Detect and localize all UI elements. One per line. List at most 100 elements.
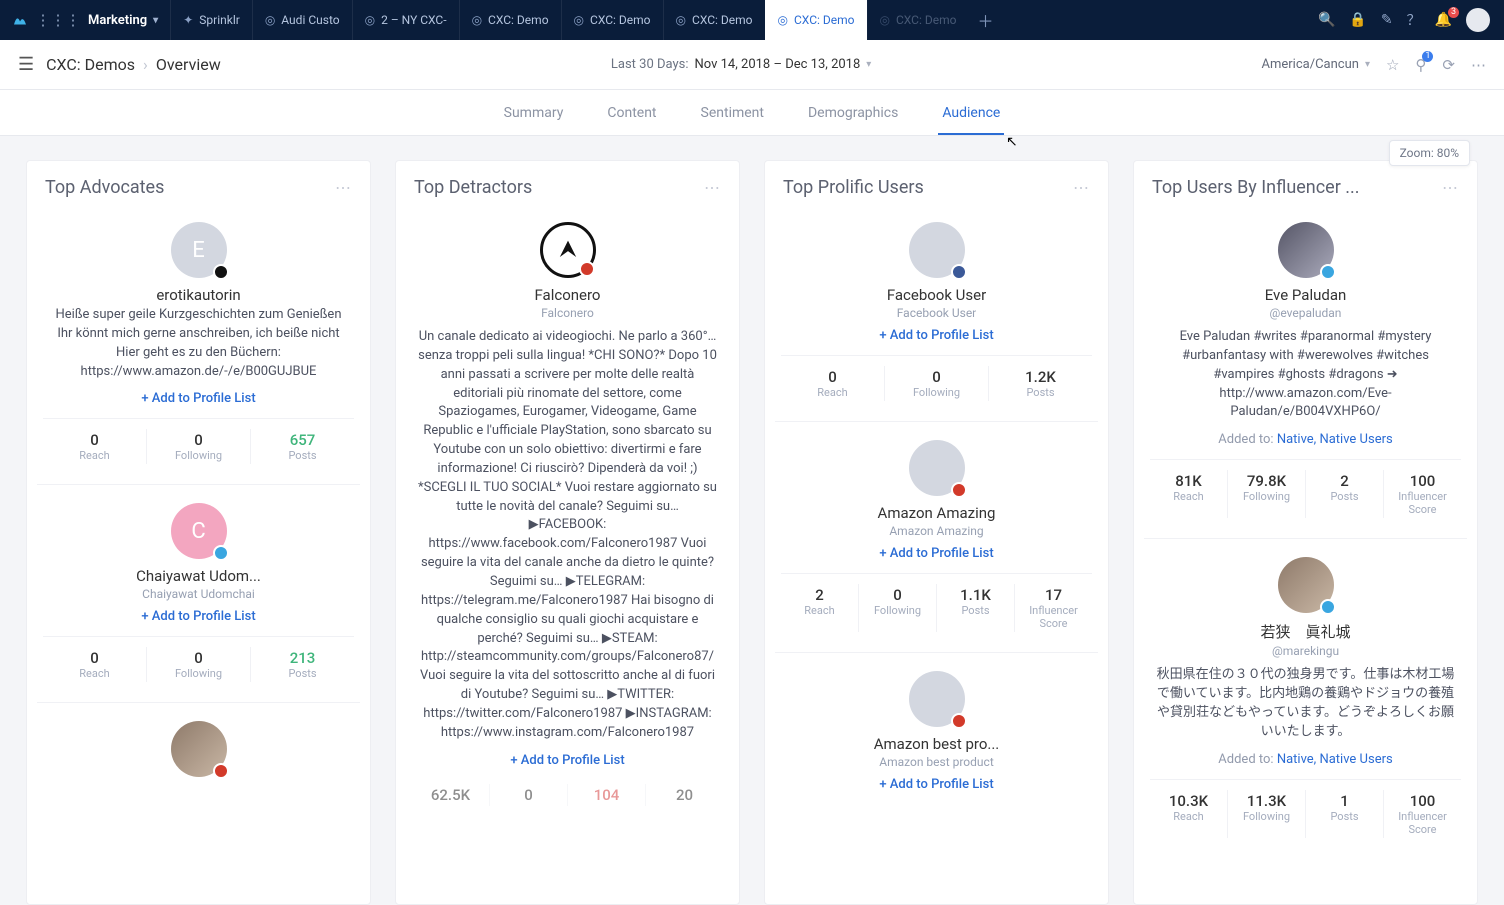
panel-title: Top Detractors: [414, 177, 532, 198]
date-range-picker[interactable]: Last 30 Days: Nov 14, 2018 – Dec 13, 201…: [233, 57, 1250, 72]
top-tab[interactable]: ◎Audi Custo: [252, 0, 352, 40]
filter-count-badge: 1: [1422, 51, 1433, 62]
top-tab[interactable]: ✦Sprinklr: [170, 0, 252, 40]
top-tab[interactable]: ◎CXC: Demo: [663, 0, 765, 40]
user-avatar[interactable]: [909, 440, 965, 496]
breadcrumb-parent[interactable]: CXC: Demos: [46, 55, 135, 74]
network-badge-icon: [1320, 264, 1336, 280]
dashboard-board: Zoom: 80% ↖ Top Advocates ⋯ E erotikauto…: [0, 136, 1504, 905]
user-name[interactable]: Eve Paludan: [1150, 286, 1461, 304]
apps-grid-icon[interactable]: ⋮⋮⋮: [40, 0, 76, 40]
user-handle: Facebook User: [781, 306, 1092, 320]
user-stats: 10.3KReach 11.3KFollowing 1Posts 100Infl…: [1150, 779, 1461, 838]
user-stats: 62.5K 0 104 20: [412, 780, 723, 806]
user-avatar[interactable]: [171, 721, 227, 777]
user-bio: 秋田県在住の３０代の独身男です。仕事は木材工場で働いています。比内地鶏の養鶏やド…: [1150, 666, 1461, 741]
network-badge-icon: [951, 482, 967, 498]
favorite-icon[interactable]: ☆: [1386, 56, 1399, 74]
subheader-right: America/Cancun ▾ ☆ ⚲1 ⟳ ⋯: [1261, 56, 1486, 74]
add-to-profile-list-link[interactable]: + Add to Profile List: [43, 391, 354, 406]
falcon-icon: [554, 236, 582, 264]
user-avatar[interactable]: [1278, 222, 1334, 278]
add-to-profile-list-link[interactable]: + Add to Profile List: [781, 328, 1092, 343]
user-stats: 81KReach 79.8KFollowing 2Posts 100Influe…: [1150, 459, 1461, 518]
workspace-name: Marketing: [88, 13, 147, 28]
user-name[interactable]: erotikautorin: [43, 286, 354, 304]
bell-icon[interactable]: 🔔3: [1435, 12, 1452, 28]
filter-icon[interactable]: ⚲1: [1415, 56, 1426, 74]
timezone-value: America/Cancun: [1261, 57, 1358, 72]
user-name[interactable]: 若狭 眞礼城: [1150, 621, 1461, 642]
user-card: E erotikautorin Heiße super geile Kurzge…: [37, 214, 360, 478]
add-tab-button[interactable]: ＋: [968, 0, 1002, 40]
top-tab[interactable]: ◎CXC: Demo: [867, 0, 969, 40]
top-tab[interactable]: ◎CXC: Demo: [459, 0, 561, 40]
user-stats: 0Reach 0Following 213Posts: [43, 636, 354, 682]
user-stats: 0Reach 0Following 657Posts: [43, 418, 354, 464]
tab-demographics[interactable]: Demographics: [804, 105, 902, 135]
top-tab[interactable]: ◎2 – NY CXC-: [352, 0, 459, 40]
added-to-lists: Added to: Native, Native Users: [1150, 752, 1461, 767]
date-range-value: Nov 14, 2018 – Dec 13, 2018: [695, 57, 861, 72]
workspace-picker[interactable]: Marketing ▾: [76, 0, 170, 40]
user-card: C Chaiyawat Udom... Chaiyawat Udomchai +…: [37, 484, 360, 696]
user-avatar[interactable]: [1278, 557, 1334, 613]
panel-top-prolific-users: Top Prolific Users ⋯ Facebook User Faceb…: [764, 160, 1109, 905]
user-avatar[interactable]: [909, 222, 965, 278]
user-card: [37, 702, 360, 799]
user-card: Facebook User Facebook User + Add to Pro…: [775, 214, 1098, 415]
user-avatar[interactable]: [1466, 8, 1490, 32]
user-name[interactable]: Facebook User: [781, 286, 1092, 304]
top-tab[interactable]: ◎CXC: Demo: [561, 0, 663, 40]
user-card: Amazon best pro... Amazon best product +…: [775, 652, 1098, 808]
help-icon[interactable]: ？: [1407, 10, 1421, 30]
tab-audience[interactable]: Audience: [938, 105, 1004, 135]
tab-content[interactable]: Content: [603, 105, 660, 135]
tab-sentiment[interactable]: Sentiment: [697, 105, 768, 135]
user-name[interactable]: Amazon Amazing: [781, 504, 1092, 522]
lock-icon[interactable]: 🔒: [1349, 12, 1366, 28]
tab-icon: ✦: [183, 13, 193, 27]
add-to-profile-list-link[interactable]: + Add to Profile List: [412, 753, 723, 768]
app-logo[interactable]: [0, 0, 40, 40]
menu-icon[interactable]: ☰: [18, 54, 34, 75]
add-to-profile-list-link[interactable]: + Add to Profile List: [43, 609, 354, 624]
user-avatar[interactable]: [540, 222, 596, 278]
user-avatar[interactable]: E: [171, 222, 227, 278]
tab-icon: ◎: [676, 13, 686, 27]
edit-icon[interactable]: ✎: [1381, 12, 1393, 28]
search-icon[interactable]: 🔍: [1318, 12, 1335, 28]
user-card: Amazon Amazing Amazon Amazing + Add to P…: [775, 421, 1098, 646]
add-to-profile-list-link[interactable]: + Add to Profile List: [781, 546, 1092, 561]
user-card: 若狭 眞礼城 @marekingu 秋田県在住の３０代の独身男です。仕事は木材工…: [1144, 538, 1467, 851]
tab-summary[interactable]: Summary: [500, 105, 568, 135]
panel-menu-icon[interactable]: ⋯: [335, 178, 352, 197]
user-bio: Un canale dedicato ai videogiochi. Ne pa…: [412, 328, 723, 743]
user-name[interactable]: Falconero: [412, 286, 723, 304]
user-avatar[interactable]: C: [171, 503, 227, 559]
date-range-label: Last 30 Days:: [611, 57, 689, 72]
network-badge-icon: [213, 264, 229, 280]
more-icon[interactable]: ⋯: [1471, 56, 1486, 74]
panel-menu-icon[interactable]: ⋯: [1073, 178, 1090, 197]
panel-title: Top Prolific Users: [783, 177, 924, 198]
network-badge-icon: [951, 264, 967, 280]
breadcrumb-current: Overview: [156, 55, 221, 74]
timezone-picker[interactable]: America/Cancun ▾: [1261, 57, 1369, 72]
panel-menu-icon[interactable]: ⋯: [1442, 178, 1459, 197]
user-handle: @evepaludan: [1150, 306, 1461, 320]
top-tabstrip: ✦Sprinklr ◎Audi Custo ◎2 – NY CXC- ◎CXC:…: [170, 0, 1312, 40]
panel-title: Top Advocates: [45, 177, 164, 198]
user-card: Falconero Falconero Un canale dedicato a…: [406, 214, 729, 820]
user-name[interactable]: Amazon best pro...: [781, 735, 1092, 753]
top-tab-active[interactable]: ◎CXC: Demo: [765, 0, 867, 40]
refresh-icon[interactable]: ⟳: [1442, 56, 1455, 74]
user-name[interactable]: Chaiyawat Udom...: [43, 567, 354, 585]
panel-menu-icon[interactable]: ⋯: [704, 178, 721, 197]
user-avatar[interactable]: [909, 671, 965, 727]
add-to-profile-list-link[interactable]: + Add to Profile List: [781, 777, 1092, 792]
panel-top-influencers: Top Users By Influencer ... ⋯ Eve Paluda…: [1133, 160, 1478, 905]
section-tabs: Summary Content Sentiment Demographics A…: [0, 90, 1504, 136]
user-bio: Eve Paludan #writes #paranormal #mystery…: [1150, 328, 1461, 422]
tab-icon: ◎: [472, 13, 482, 27]
